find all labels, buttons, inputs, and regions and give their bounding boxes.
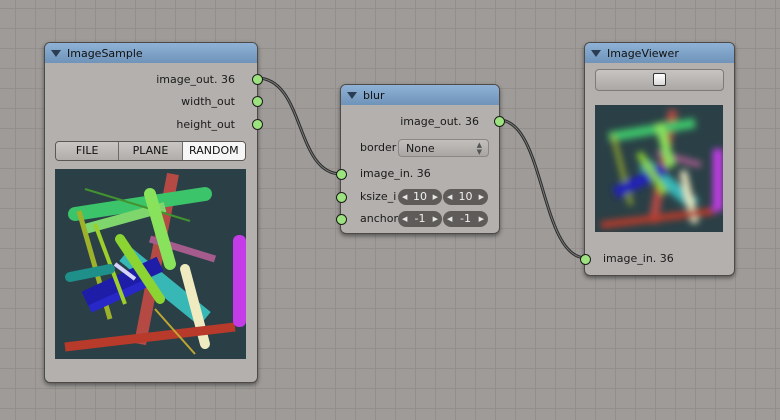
view-toggle-button[interactable] [595, 69, 724, 91]
image-viewer-title: ImageViewer [607, 46, 679, 60]
link-sample-to-blur-hl [256, 77, 342, 175]
anchor-y-stepper[interactable]: ◀ -1 ▶ [443, 211, 488, 227]
image-sample-node[interactable]: ImageSample image_out. 36 width_out heig… [44, 42, 263, 383]
blur-image-in-socket[interactable] [336, 169, 347, 180]
ksize-x-stepper[interactable]: ◀ 10 ▶ [398, 189, 442, 205]
source-mode-tabs: FILE PLANE RANDOM [55, 141, 246, 161]
border-label: border [360, 141, 397, 154]
decrement-arrow-icon[interactable]: ◀ [402, 211, 407, 227]
blurred-image-strokes [595, 105, 723, 232]
collapse-triangle-icon[interactable] [51, 49, 61, 57]
ksize-socket[interactable] [336, 192, 347, 203]
random-image-preview [55, 169, 246, 359]
blur-header[interactable]: blur [341, 85, 499, 105]
anchor-x-stepper[interactable]: ◀ -1 ▶ [398, 211, 442, 227]
decrement-arrow-icon[interactable]: ◀ [402, 189, 407, 205]
border-dropdown-value: None [406, 142, 435, 155]
increment-arrow-icon[interactable]: ▶ [433, 189, 438, 205]
image-viewer-node[interactable]: ImageViewer image_in. 36 [580, 42, 735, 276]
ksize-label: ksize_i [360, 190, 397, 203]
viewer-image-in-socket[interactable] [580, 254, 591, 265]
anchor-y-value: -1 [460, 212, 471, 225]
link-sample-to-blur [256, 76, 342, 176]
random-image-strokes [55, 169, 246, 359]
viewer-input-label: image_in. 36 [603, 252, 674, 265]
image-viewer-header[interactable]: ImageViewer [585, 43, 734, 63]
blur-input-label: image_in. 36 [360, 167, 431, 180]
link-blur-to-viewer-hl [498, 119, 587, 259]
blur-image-out-socket[interactable] [494, 116, 505, 127]
anchor-label: anchor [360, 212, 398, 225]
output-image-out-label: image_out. 36 [156, 73, 235, 86]
image-sample-header[interactable]: ImageSample [45, 43, 257, 63]
ksize-y-stepper[interactable]: ◀ 10 ▶ [443, 189, 488, 205]
anchor-socket[interactable] [336, 214, 347, 225]
ksize-y-value: 10 [458, 190, 473, 203]
image-out-socket[interactable] [252, 74, 263, 85]
output-width-out-label: width_out [181, 95, 235, 108]
link-blur-to-viewer [498, 118, 587, 260]
decrement-arrow-icon[interactable]: ◀ [447, 211, 452, 227]
height-out-socket[interactable] [252, 119, 263, 130]
increment-arrow-icon[interactable]: ▶ [479, 211, 484, 227]
blur-node[interactable]: blur image_out. 36 border None ▲ ▼ image_… [336, 84, 505, 234]
increment-arrow-icon[interactable]: ▶ [433, 211, 438, 227]
border-dropdown[interactable]: None ▲ ▼ [398, 139, 489, 157]
increment-arrow-icon[interactable]: ▶ [479, 189, 484, 205]
tab-random[interactable]: RANDOM [182, 142, 245, 160]
updown-arrows-icon: ▲ ▼ [476, 141, 482, 156]
blur-output-label: image_out. 36 [400, 115, 479, 128]
width-out-socket[interactable] [252, 96, 263, 107]
output-height-out-label: height_out [176, 118, 235, 131]
tab-file[interactable]: FILE [56, 142, 120, 160]
anchor-x-value: -1 [414, 212, 426, 225]
ksize-x-value: 10 [413, 190, 427, 203]
checkbox-icon[interactable] [653, 73, 666, 86]
collapse-triangle-icon[interactable] [347, 91, 357, 99]
blurred-image-preview [595, 105, 723, 232]
image-sample-title: ImageSample [67, 46, 143, 60]
blur-title: blur [363, 88, 385, 102]
collapse-triangle-icon[interactable] [591, 49, 601, 57]
tab-plane[interactable]: PLANE [119, 142, 183, 160]
decrement-arrow-icon[interactable]: ◀ [447, 189, 452, 205]
